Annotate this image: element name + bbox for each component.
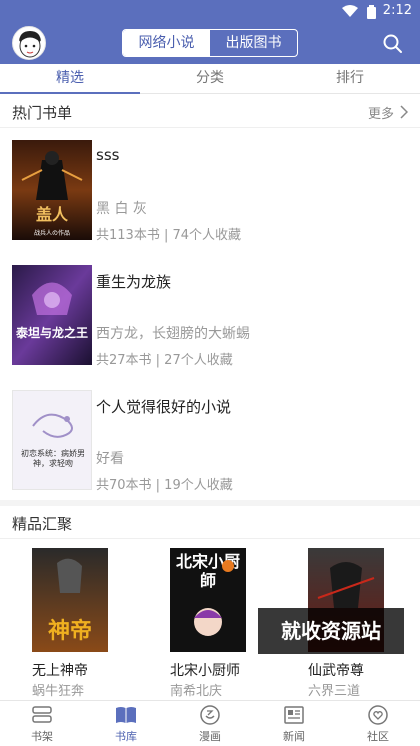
quality-title: 精品汇聚 [12,515,73,533]
book-list-item[interactable]: 初恋系统：病娇男神，求轻吻 个人觉得很好的小说 好看 共70本书 | 19个人收… [0,390,420,500]
chevron-right-icon[interactable] [400,105,408,119]
nav-label: 漫画 [199,730,221,743]
segment-web-novels[interactable]: 网络小说 [123,30,210,56]
quality-book-name: 仙武帝尊 [308,663,364,679]
book-list-meta: 共27本书 | 27个人收藏 [96,353,233,368]
svg-text:神帝: 神帝 [48,618,92,644]
more-link[interactable]: 更多 [368,103,394,122]
book-list-desc: 好看 [96,451,124,467]
search-icon[interactable] [382,33,404,55]
tab-categories[interactable]: 分类 [140,64,280,93]
book-list-item[interactable]: 泰坦与龙之王 重生为龙族 西方龙，长翅膀的大蜥蜴 共27本书 | 27个人收藏 [0,265,420,375]
nav-library[interactable]: 书库 [84,701,168,746]
book-cover: 初恋系统：病娇男神，求轻吻 [12,390,92,490]
book-cover: 北宋小厨師 [170,548,246,652]
quality-book-item[interactable]: 神帝 无上神帝 蜗牛狂奔 [10,548,140,699]
book-list-name: 重生为龙族 [96,273,172,291]
nav-community[interactable]: 社区 [336,701,420,746]
segment-published-books[interactable]: 出版图书 [210,30,297,56]
avatar-face-icon [19,31,41,58]
nav-label: 社区 [367,730,389,743]
book-cover: 神帝 [32,548,108,652]
book-list-name: sss [96,146,120,164]
news-icon [284,706,304,724]
hot-lists-title: 热门书单 [12,104,73,122]
book-cover: 泰坦与龙之王 [12,265,92,365]
bookshelf-icon [32,706,52,723]
divider [0,538,420,539]
svg-text:盖人: 盖人 [36,205,69,224]
book-list-item[interactable]: 盖人 战兵人の作品 sss 黑 白 灰 共113本书 | 74个人收藏 [0,140,420,250]
book-list-meta: 共113本书 | 74个人收藏 [96,228,241,243]
nav-news[interactable]: 新闻 [252,701,336,746]
book-list-desc: 黑 白 灰 [96,201,147,217]
book-cover: 盖人 战兵人の作品 [12,140,92,240]
community-icon [368,705,388,725]
top-bar: 网络小说 出版图书 [0,24,420,64]
book-list-name: 个人觉得很好的小说 [96,398,232,416]
tab-rankings[interactable]: 排行 [280,64,420,93]
status-bar: 2:12 [0,0,420,24]
nav-label: 新闻 [283,730,305,743]
quality-book-author: 南希北庆 [170,684,223,699]
watermark-overlay: 就收资源站 [258,608,404,654]
quality-book-author: 蜗牛狂奔 [32,684,85,699]
bottom-nav: 书架 书库 漫画 新闻 社区 [0,700,420,746]
nav-comics[interactable]: 漫画 [168,701,252,746]
book-library-icon [116,707,136,723]
nav-label: 书架 [31,730,53,743]
divider [0,127,420,128]
battery-icon [367,5,376,19]
status-time: 2:12 [382,3,412,18]
nav-bookshelf[interactable]: 书架 [0,701,84,746]
hot-lists-header: 热门书单 更多 [0,94,420,128]
comic-icon [200,705,220,725]
book-list-meta: 共70本书 | 19个人收藏 [96,478,233,493]
quality-book-name: 北宋小厨师 [170,663,240,679]
avatar[interactable] [12,26,46,60]
tab-bar: 精选 分类 排行 [0,64,420,94]
quality-book-name: 无上神帝 [32,663,88,679]
nav-label: 书库 [115,730,137,743]
quality-book-author: 六界三道 [308,684,361,699]
wifi-icon [342,5,358,17]
tab-featured[interactable]: 精选 [0,64,140,94]
svg-text:泰坦与龙之王: 泰坦与龙之王 [15,325,88,340]
svg-text:战兵人の作品: 战兵人の作品 [34,229,70,237]
content-type-switch: 网络小说 出版图书 [122,29,298,57]
book-list-desc: 西方龙，长翅膀的大蜥蜴 [96,326,250,342]
quality-header: 精品汇聚 [0,505,420,539]
